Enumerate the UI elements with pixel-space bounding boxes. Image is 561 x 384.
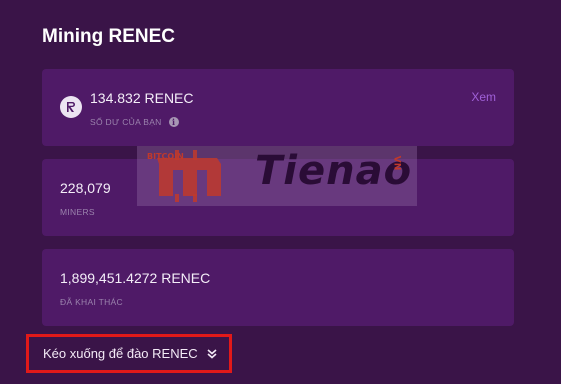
view-balance-link[interactable]: Xem [471, 90, 496, 104]
page-title: Mining RENEC [42, 26, 175, 47]
mined-value: 1,899,451.4272 RENEC [60, 270, 211, 286]
balance-card: 134.832 RENEC SỐ DƯ CỦA BẠN i Xem [42, 69, 514, 146]
scroll-cta-label: Kéo xuống để đào RENEC [43, 346, 198, 361]
mined-label: ĐÃ KHAI THÁC [60, 297, 123, 307]
miners-value: 228,079 [60, 180, 111, 196]
balance-label-text: SỐ DƯ CỦA BẠN [90, 117, 162, 127]
balance-value: 134.832 RENEC [90, 90, 194, 106]
renec-coin-icon [60, 96, 82, 118]
mined-card: 1,899,451.4272 RENEC ĐÃ KHAI THÁC [42, 249, 514, 326]
double-chevron-down-icon [207, 348, 217, 359]
miners-card: 228,079 MINERS [42, 159, 514, 236]
scroll-down-to-mine-button[interactable]: Kéo xuống để đào RENEC [26, 334, 232, 373]
info-icon[interactable]: i [168, 117, 179, 127]
miners-label: MINERS [60, 207, 95, 217]
balance-label: SỐ DƯ CỦA BẠN i [90, 117, 179, 127]
